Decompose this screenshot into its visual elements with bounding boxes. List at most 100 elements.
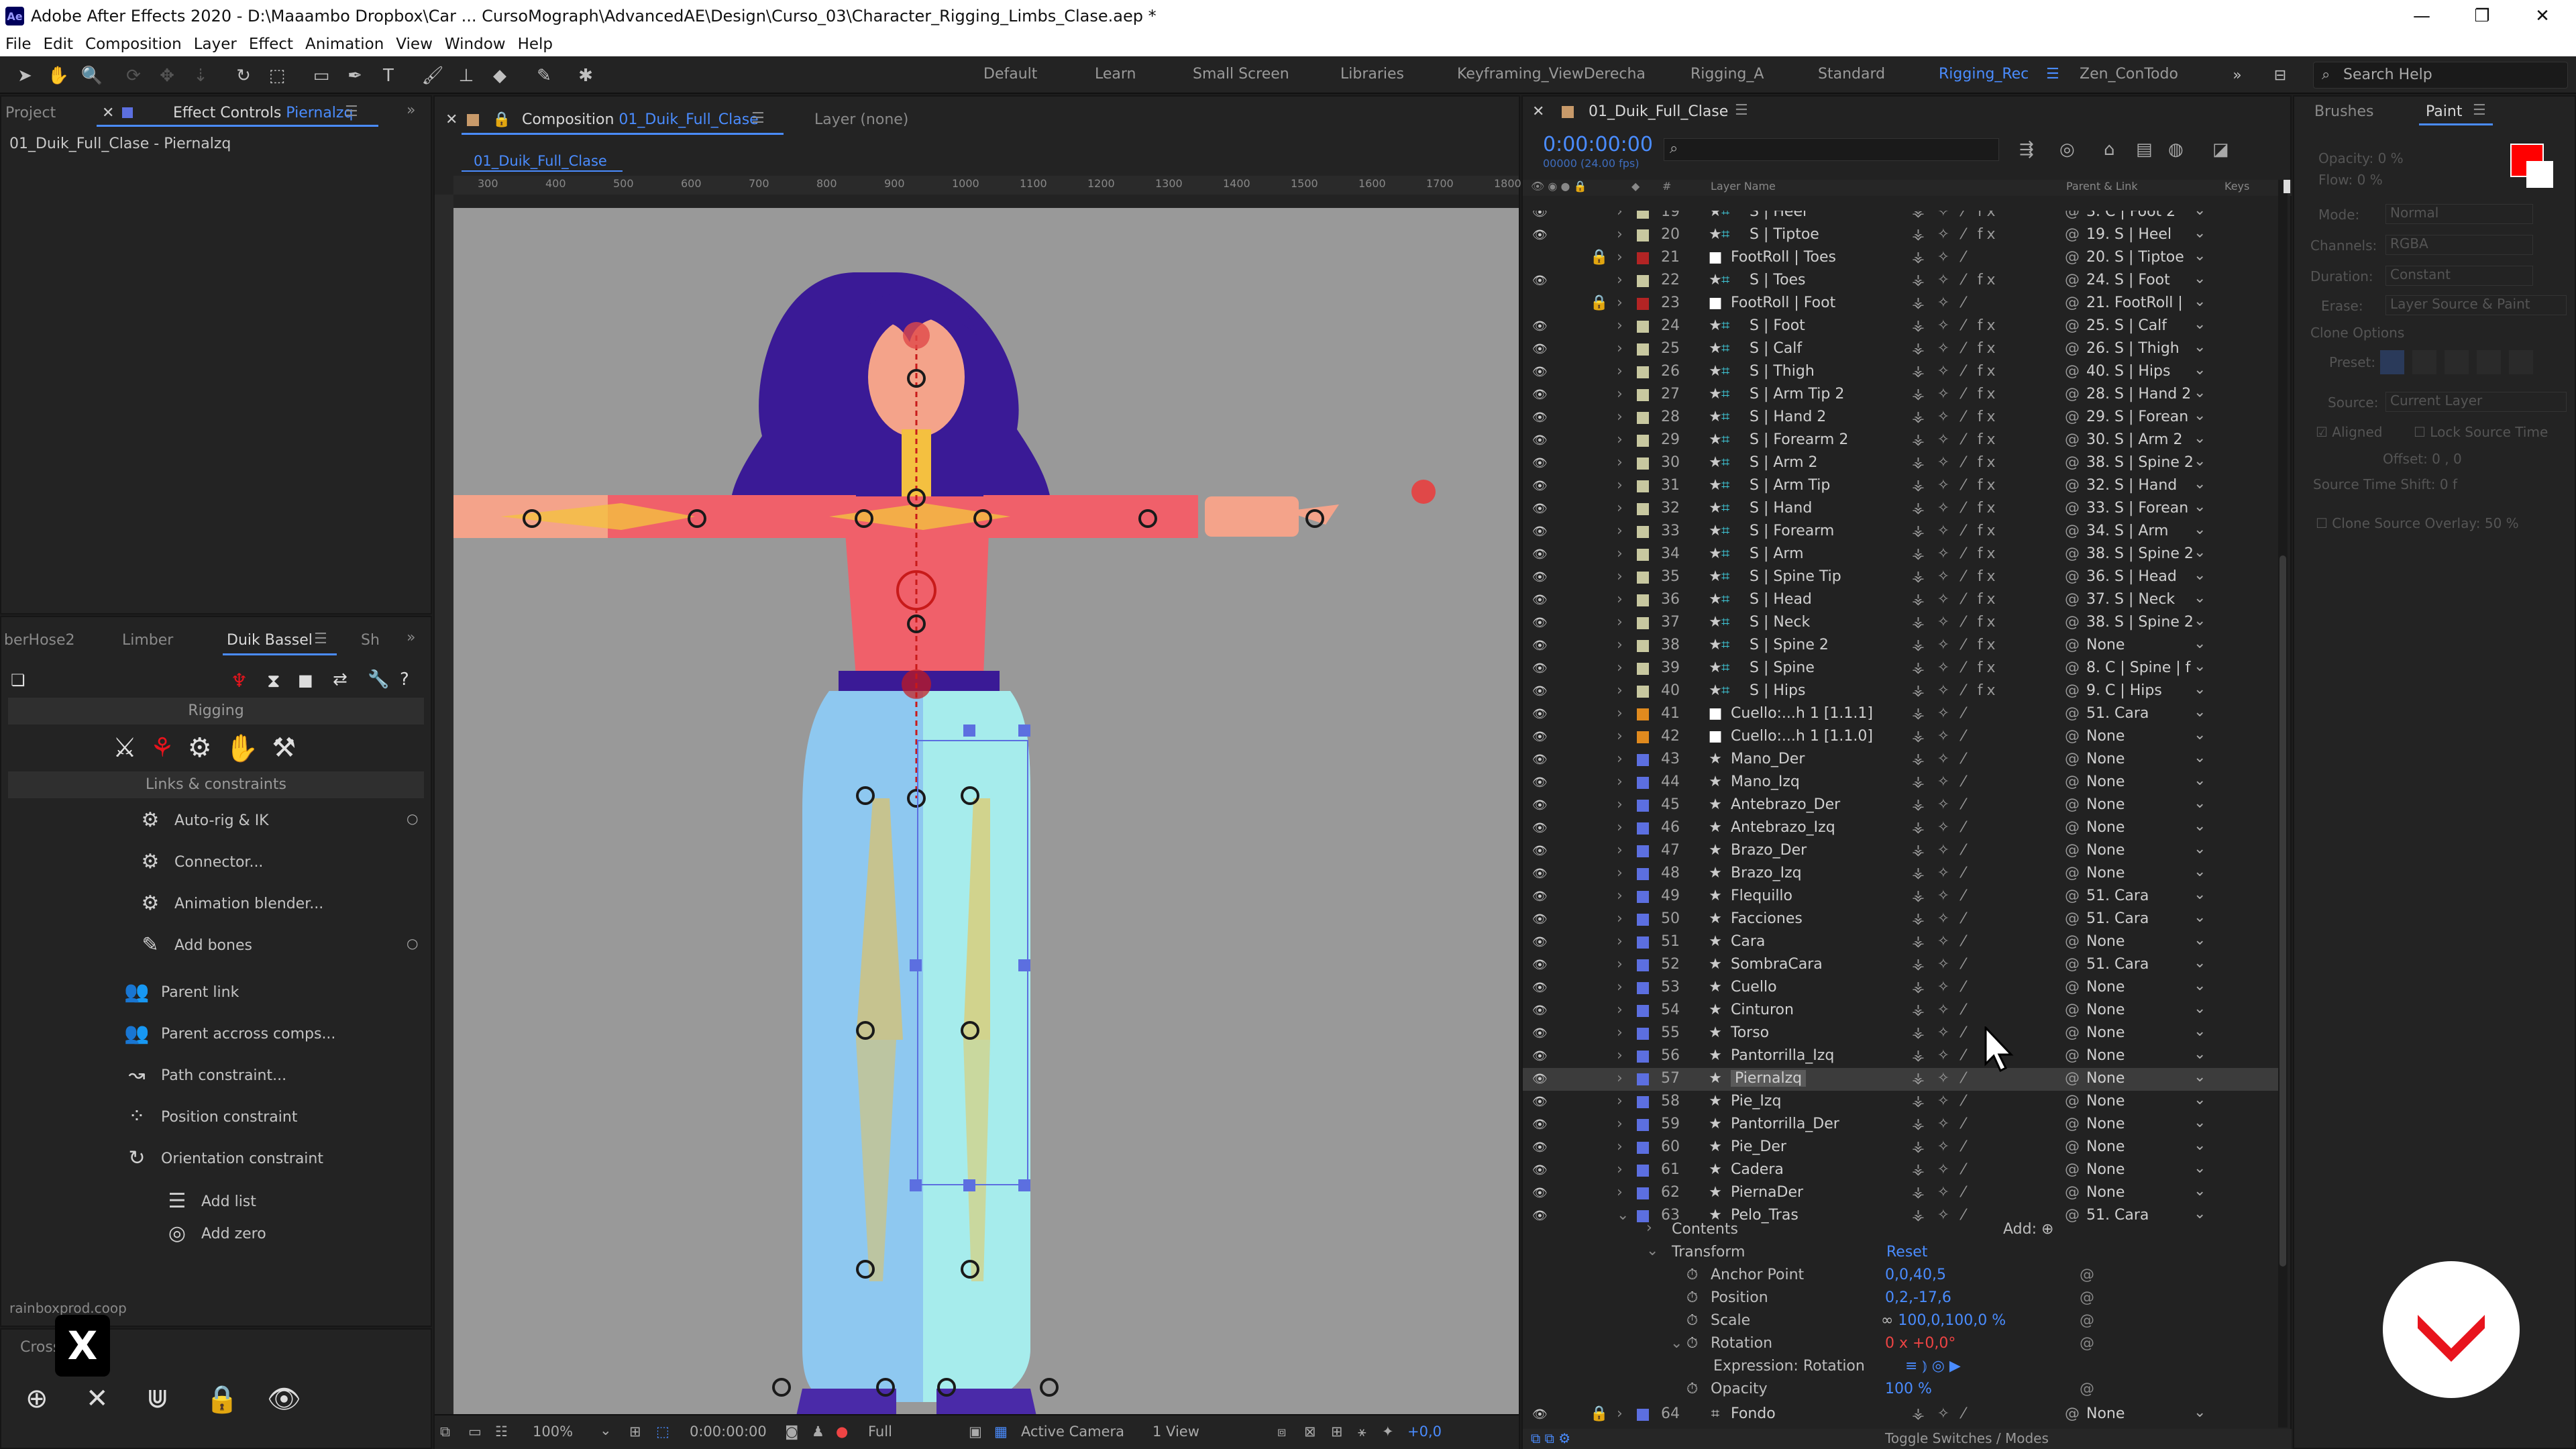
composition-mini-flowchart-icon[interactable]: ⇶ (2019, 140, 2034, 160)
label-color-swatch[interactable] (1637, 343, 1649, 356)
label-color-swatch[interactable] (1637, 959, 1649, 971)
offset-value[interactable]: Offset: 0 , 0 (2383, 451, 2462, 467)
parent-pickwhip-icon[interactable]: @ (2065, 682, 2080, 699)
parent-pickwhip-icon[interactable]: @ (2065, 454, 2080, 471)
stopwatch-icon[interactable]: ⏱ (1686, 1335, 1698, 1352)
close-tab-icon[interactable]: ✕ (1532, 103, 1544, 120)
label-color-swatch[interactable] (1637, 1028, 1649, 1040)
layer-switches[interactable]: ⚶ ✧ ⁄ fx (1912, 614, 2000, 631)
show-snapshot-icon[interactable]: ♟ (812, 1424, 824, 1440)
visibility-eye-icon[interactable]: 👁 (1532, 661, 1548, 676)
selection-tool-icon[interactable]: ➤ (13, 64, 36, 87)
layer-row[interactable]: 👁 › 25 ★ ⌗ S | Calf ⚶ ✧ ⁄ fx @26. S | Thigh ⌄ (1523, 338, 2281, 361)
layer-switches[interactable]: ⚶ ✧ ⁄ (1912, 819, 1969, 836)
layer-row[interactable]: 👁 › 35 ★ ⌗ S | Spine Tip ⚶ ✧ ⁄ fx @36. S | Head… (1523, 566, 2281, 589)
expand-triangle-icon[interactable]: › (1617, 568, 1623, 585)
expand-triangle-icon[interactable]: › (1617, 1138, 1623, 1155)
more-workspaces-icon[interactable]: » (2226, 64, 2249, 87)
visibility-eye-icon[interactable]: 👁 (1532, 844, 1548, 858)
expand-triangle-icon[interactable]: › (1617, 1002, 1623, 1018)
channels-select[interactable]: RGBA (2385, 235, 2533, 255)
expand-triangle-icon[interactable]: › (1617, 614, 1623, 631)
layer-name[interactable]: Fondo (1731, 1405, 1776, 1422)
current-time[interactable]: 0:00:00:00 (690, 1424, 767, 1440)
parent-select[interactable]: None (2086, 1161, 2200, 1178)
label-color-swatch[interactable] (1637, 298, 1649, 310)
parent-pickwhip-icon[interactable]: @ (2065, 1093, 2080, 1110)
layer-row[interactable]: 👁 › 43 ★ Mano_Der ⚶ ✧ ⁄ @ None ⌄ (1523, 749, 2281, 771)
composition-viewer[interactable] (453, 208, 1519, 1414)
layer-name[interactable]: Antebrazo_Izq (1731, 819, 1835, 836)
contents-property[interactable]: Contents (1672, 1221, 1738, 1238)
workspace-keyframing-viewderecha[interactable]: Keyframing_ViewDerecha (1457, 66, 1646, 83)
layer-row[interactable]: 👁 › 48 ★ Brazo_Izq ⚶ ✧ ⁄ @ None ⌄ (1523, 863, 2281, 885)
parent-pickwhip-icon[interactable]: @ (2065, 340, 2080, 357)
pan-tool-icon[interactable]: ✥ (156, 64, 178, 87)
parent-select[interactable]: None (2086, 728, 2200, 745)
parent-select[interactable]: None (2086, 1116, 2200, 1132)
clone-preset-5-button[interactable] (2509, 350, 2533, 374)
layer-row[interactable]: 👁 › 42 ■ Cuello:...h 1 [1.1.0] ⚶ ✧ ⁄ @ None ⌄ (1523, 726, 2281, 749)
parent-pickwhip-icon[interactable]: @ (2065, 751, 2080, 767)
tail-rig-icon[interactable]: ⚒ (272, 733, 296, 764)
layer-name[interactable]: Pantorrilla_Der (1731, 1116, 1839, 1132)
menu-item-animation[interactable]: Animation (305, 36, 384, 53)
stopwatch-icon[interactable]: ⏱ (1686, 1267, 1698, 1283)
parent-pickwhip-icon[interactable]: @ (2065, 409, 2080, 425)
layer-switches[interactable]: ⚶ ✧ ⁄ (1912, 1116, 1969, 1132)
duik-parent-link-button[interactable]: 👥 Parent link (1, 973, 431, 1012)
parent-select[interactable]: None (2086, 1093, 2200, 1110)
visibility-eye-icon[interactable]: 👁 (1532, 730, 1548, 744)
expand-triangle-icon[interactable]: › (1617, 1093, 1623, 1110)
options-dot-icon[interactable]: ○ (407, 810, 418, 826)
zoom-select[interactable]: 100% (533, 1424, 573, 1440)
source-select[interactable]: Current Layer (2385, 392, 2567, 412)
parent-pickwhip-icon[interactable]: @ (2065, 1184, 2080, 1201)
expand-triangle-icon[interactable]: ⌄ (1670, 1335, 1682, 1352)
expand-triangle-icon[interactable]: › (1617, 728, 1623, 745)
expand-triangle-icon[interactable]: › (1617, 865, 1623, 881)
expand-triangle-icon[interactable]: › (1617, 545, 1623, 562)
layer-row[interactable]: 👁 › 24 ★ ⌗ S | Foot ⚶ ✧ ⁄ fx @25. S | Calf ⌄ (1523, 315, 2281, 338)
expand-triangle-icon[interactable]: › (1617, 211, 1623, 220)
parent-pickwhip-icon[interactable]: @ (2065, 317, 2080, 334)
clone-preset-1-button[interactable] (2380, 350, 2404, 374)
panel-menu-icon[interactable]: ☰ (751, 110, 765, 127)
puppet-tool-icon[interactable]: ✱ (574, 64, 597, 87)
parent-select[interactable]: None (2086, 819, 2200, 836)
parent-select[interactable]: None (2086, 773, 2200, 790)
visibility-eye-icon[interactable]: 👁 (1532, 433, 1548, 447)
label-color-swatch[interactable] (1637, 1409, 1649, 1421)
clone-preset-2-button[interactable] (2412, 350, 2436, 374)
layer-name[interactable]: S | Foot (1750, 317, 1805, 334)
label-color-swatch[interactable] (1637, 845, 1649, 857)
label-color-swatch[interactable] (1637, 321, 1649, 333)
expand-triangle-icon[interactable]: › (1646, 1220, 1652, 1236)
parent-select[interactable]: 21. FootRoll | (2086, 294, 2200, 311)
clone-preset-4-button[interactable] (2477, 350, 2501, 374)
parent-select[interactable]: 38. S | Spine 2 (2086, 545, 2200, 562)
visibility-eye-icon[interactable]: 👁 (267, 1383, 301, 1415)
expand-triangle-icon[interactable]: › (1617, 979, 1623, 996)
visibility-eye-icon[interactable]: 👁 (1532, 1407, 1548, 1421)
parent-pickwhip-icon[interactable]: @ (2065, 842, 2080, 859)
parent-select[interactable]: 32. S | Hand (2086, 477, 2200, 494)
add-menu[interactable]: Add: ⊕ (2003, 1221, 2053, 1238)
timeline-link-icon[interactable]: ⊞ (1331, 1424, 1343, 1440)
expand-triangle-icon[interactable]: › (1617, 409, 1623, 425)
layer-row[interactable]: 👁 › 45 ★ Antebrazo_Der ⚶ ✧ ⁄ @ None ⌄ (1523, 794, 2281, 817)
layer-name[interactable]: S | Arm Tip 2 (1750, 386, 1844, 402)
parent-select[interactable]: None (2086, 1002, 2200, 1018)
clone-source-overlay-checkbox[interactable]: ☐ Clone Source Overlay: 50 % (2316, 515, 2519, 531)
parent-select[interactable]: 33. S | Forean (2086, 500, 2200, 517)
expand-triangle-icon[interactable]: › (1617, 500, 1623, 517)
layer-row[interactable]: 👁 › 62 ★ PiernaDer ⚶ ✧ ⁄ @ None ⌄ (1523, 1182, 2281, 1205)
expand-triangle-icon[interactable]: › (1617, 454, 1623, 471)
visibility-eye-icon[interactable]: 👁 (1532, 593, 1548, 607)
duik-path-constraint-button[interactable]: ↝ Path constraint... (1, 1056, 431, 1095)
sync-settings-icon[interactable]: ⊟ (2269, 64, 2292, 87)
layer-row[interactable]: 👁 › 52 ★ SombraCara ⚶ ✧ ⁄ @51. Cara ⌄ (1523, 954, 2281, 977)
label-color-swatch[interactable] (1637, 1142, 1649, 1154)
parent-pickwhip-icon[interactable]: @ (2065, 1405, 2080, 1422)
layer-name[interactable]: FootRoll | Toes (1731, 249, 1836, 266)
